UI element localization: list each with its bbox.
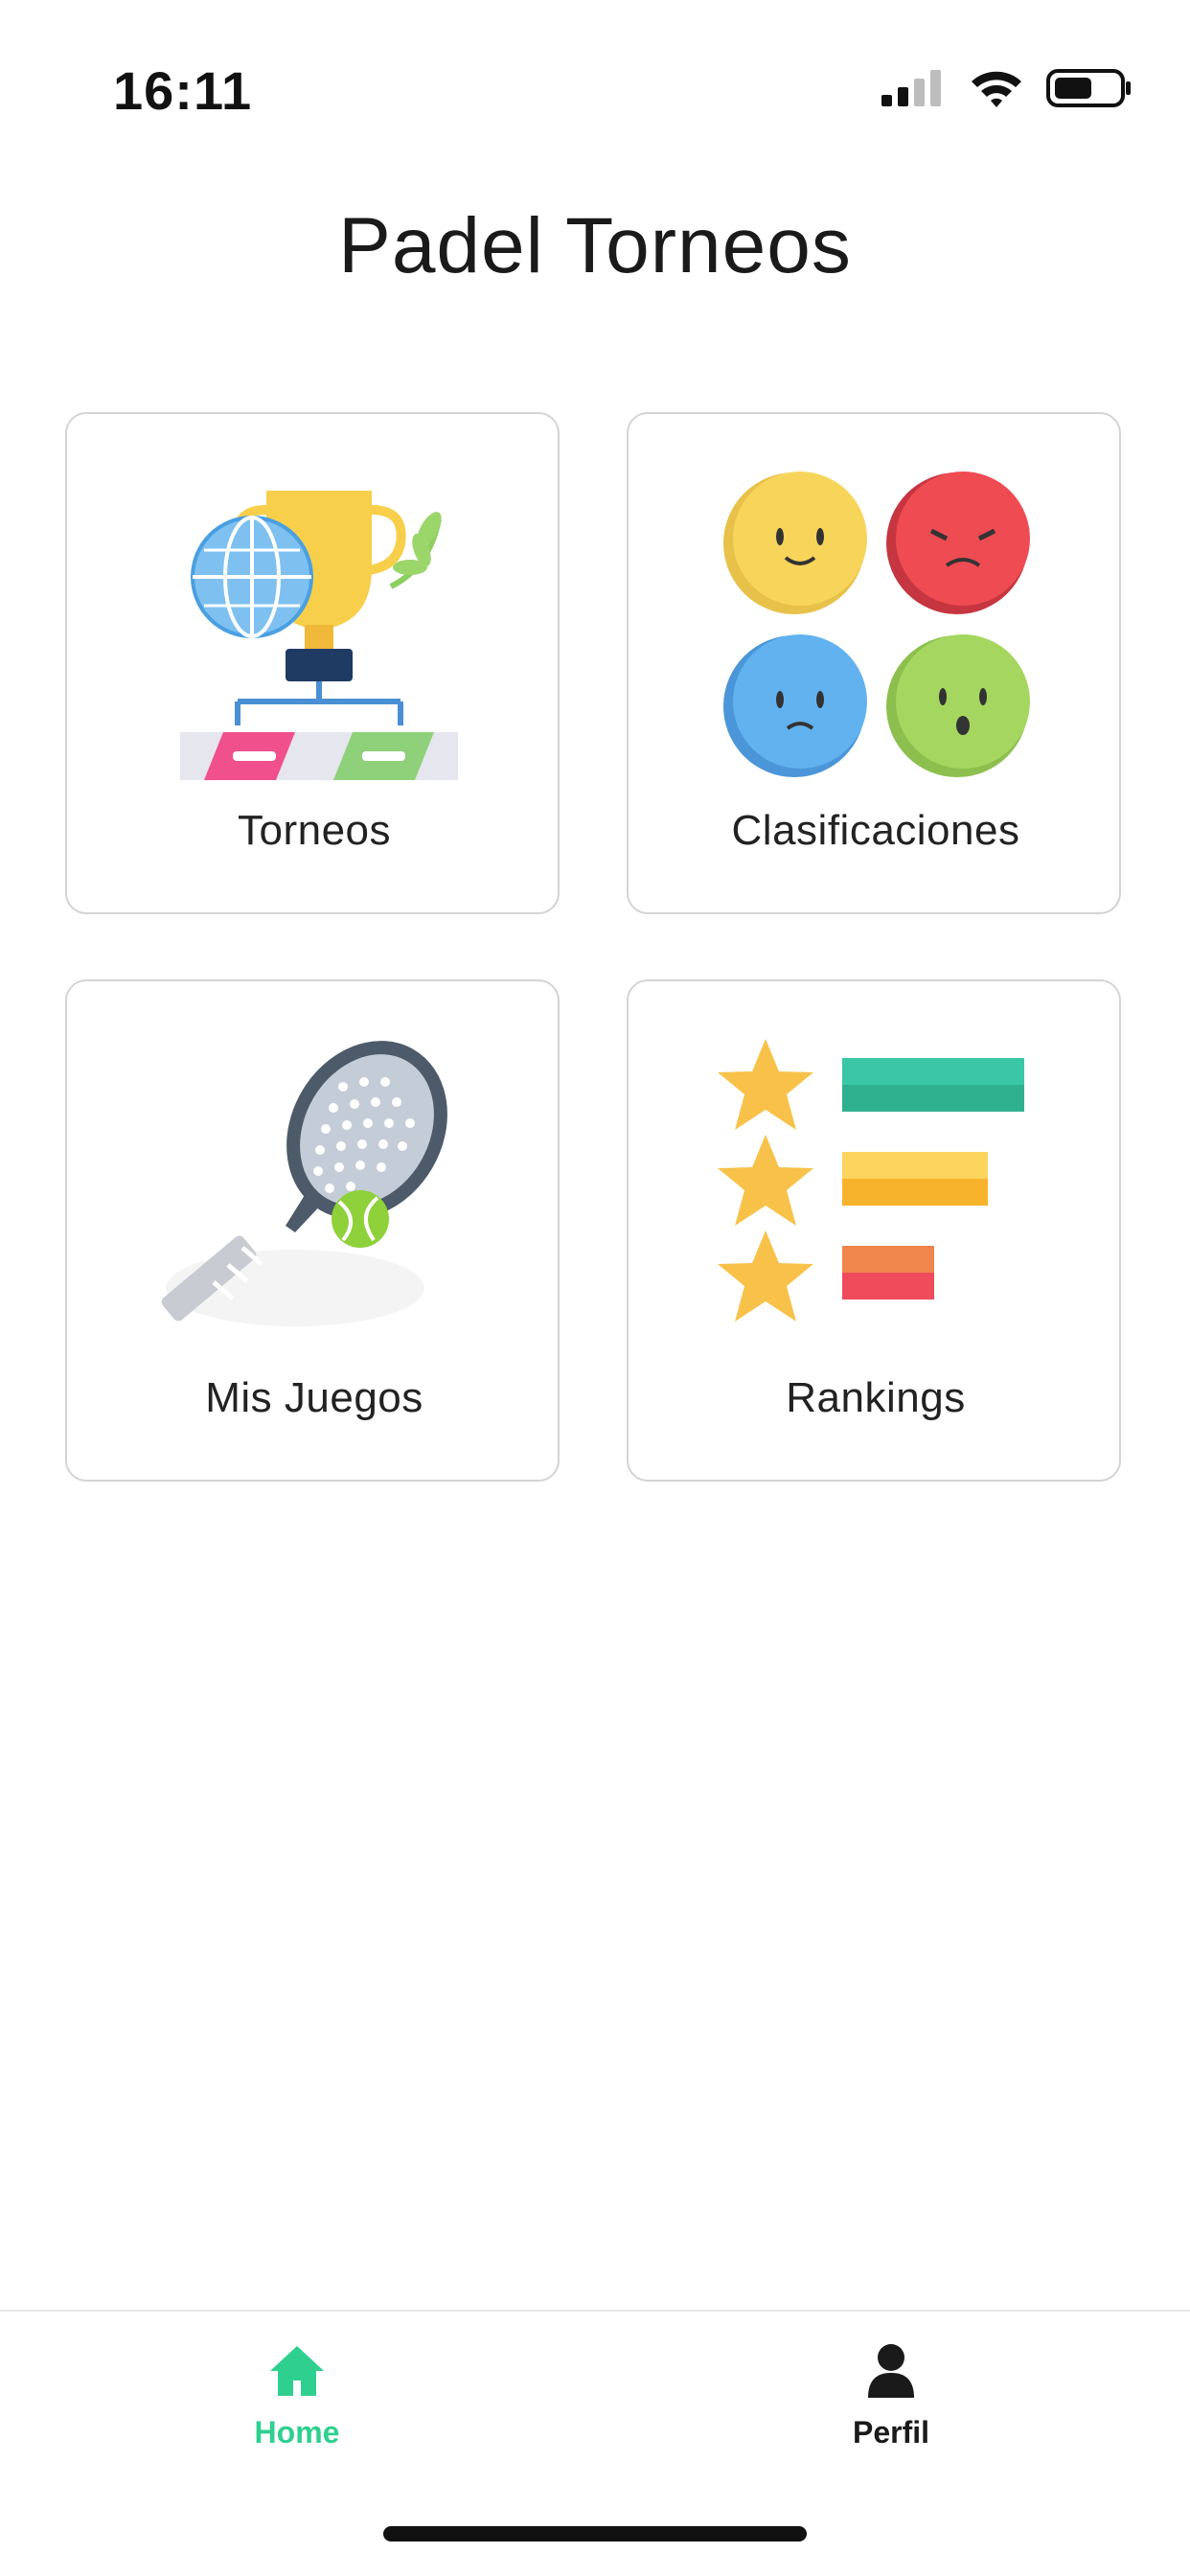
menu-grid: Torneos Clasificaciones Mis Juegos Ranki… — [65, 412, 1125, 1482]
tournament-trophy-icon — [67, 462, 561, 788]
status-time: 16:11 — [113, 60, 253, 121]
padel-racket-icon — [67, 1029, 561, 1355]
mis-juegos-label: Mis Juegos — [205, 1374, 423, 1421]
tab-perfil[interactable]: Perfil — [747, 2340, 1035, 2484]
home-indicator — [383, 2526, 807, 2542]
status-icons — [880, 67, 1133, 109]
emoji-faces-icon — [629, 462, 1123, 788]
battery-icon — [1046, 69, 1131, 107]
torneos-card[interactable]: Torneos — [65, 412, 560, 914]
star-ranking-icon — [629, 1029, 1123, 1355]
torneos-label: Torneos — [237, 807, 392, 854]
rankings-label: Rankings — [786, 1374, 966, 1421]
tab-home[interactable]: Home — [153, 2340, 441, 2484]
user-icon — [868, 2344, 914, 2398]
clasificaciones-label: Clasificaciones — [731, 807, 1020, 854]
tab-home-label: Home — [254, 2415, 340, 2450]
cellular-signal-icon — [881, 70, 941, 106]
wifi-icon — [972, 71, 1021, 107]
mis-juegos-card[interactable]: Mis Juegos — [65, 979, 560, 1482]
app-screen: 16:11 Padel Torneos Torneos Clasificacio… — [0, 0, 1190, 2576]
page-title: Padel Torneos — [338, 202, 852, 289]
clasificaciones-card[interactable]: Clasificaciones — [627, 412, 1121, 914]
rankings-card[interactable]: Rankings — [627, 979, 1121, 1482]
status-bar: 16:11 — [0, 0, 1190, 172]
tab-perfil-label: Perfil — [852, 2415, 930, 2450]
home-icon — [270, 2346, 324, 2396]
